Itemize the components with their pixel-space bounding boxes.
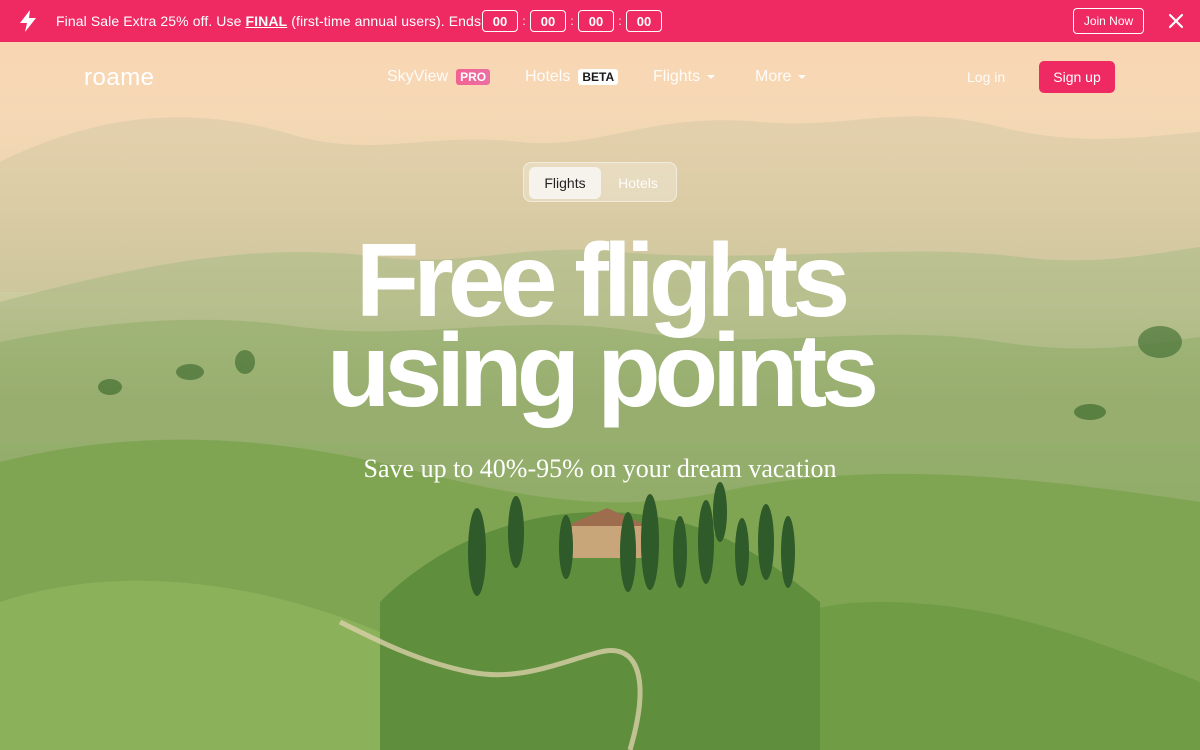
promo-message: Final Sale Extra 25% off. Use FINAL (fir…	[56, 13, 481, 29]
promo-banner: Final Sale Extra 25% off. Use FINAL (fir…	[0, 0, 1200, 42]
nav-flights-label: Flights	[653, 68, 701, 85]
close-icon[interactable]	[1166, 11, 1186, 31]
search-mode-toggle: Flights Hotels	[523, 162, 677, 202]
nav-item-hotels[interactable]: Hotels BETA	[525, 68, 619, 86]
toggle-hotels[interactable]: Hotels	[604, 167, 672, 199]
nav-item-more[interactable]: More	[755, 68, 807, 86]
toggle-flights[interactable]: Flights	[529, 167, 601, 199]
nav-skyview-label: SkyView	[387, 68, 449, 85]
join-now-button[interactable]: Join Now	[1073, 8, 1144, 34]
nav-more-label: More	[755, 68, 792, 85]
pro-badge: PRO	[456, 69, 491, 85]
timer-separator: :	[522, 14, 526, 28]
timer-separator: :	[618, 14, 622, 28]
login-link[interactable]: Log in	[967, 69, 1005, 85]
hero-headline: Free flights using points	[0, 229, 1200, 429]
signup-button[interactable]: Sign up	[1039, 61, 1115, 93]
chevron-down-icon	[707, 75, 716, 79]
promo-text-after: (first-time annual users). Ends	[287, 13, 482, 29]
nav-item-flights[interactable]: Flights	[653, 68, 716, 86]
nav-hotels-label: Hotels	[525, 68, 571, 85]
roame-logo[interactable]: roame	[84, 64, 155, 92]
promo-text-before: Final Sale Extra 25% off. Use	[56, 13, 246, 29]
nav-item-skyview[interactable]: SkyView PRO	[387, 68, 491, 86]
timer-separator: :	[570, 14, 574, 28]
countdown-timer: 00 : 00 : 00 : 00	[482, 10, 662, 32]
timer-hours: 00	[530, 10, 566, 32]
lightning-icon	[20, 10, 36, 32]
timer-days: 00	[482, 10, 518, 32]
hero-subtitle: Save up to 40%-95% on your dream vacatio…	[363, 454, 837, 483]
promo-code: FINAL	[245, 13, 288, 29]
beta-badge: BETA	[578, 69, 619, 85]
timer-seconds: 00	[626, 10, 662, 32]
timer-minutes: 00	[578, 10, 614, 32]
chevron-down-icon	[798, 75, 807, 79]
headline-line-2: using points	[326, 313, 879, 429]
